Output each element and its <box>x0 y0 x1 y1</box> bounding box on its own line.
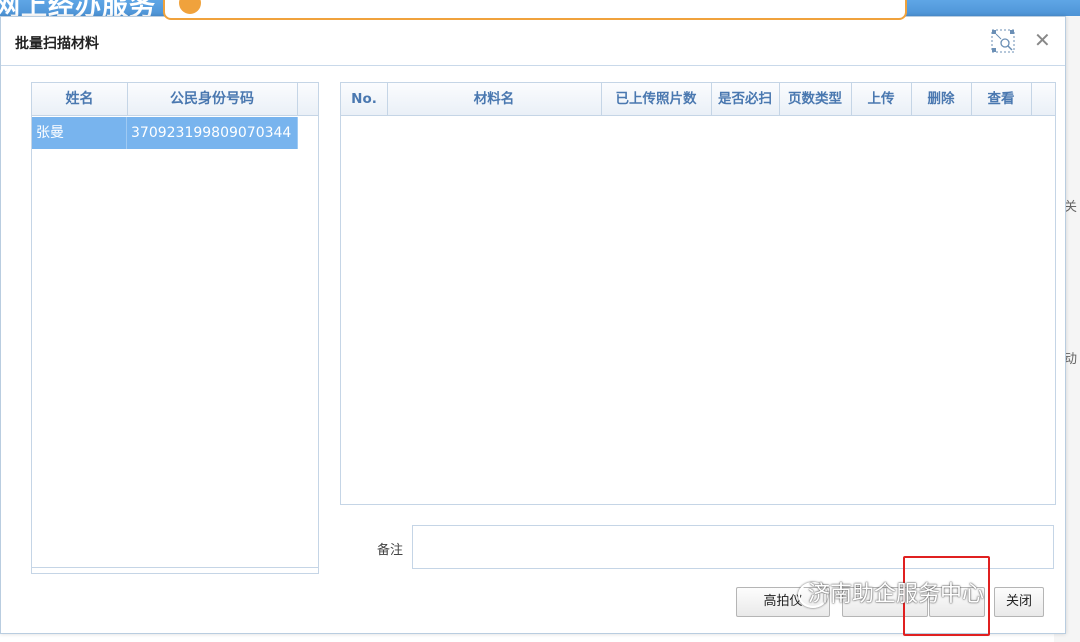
remark-label: 备注 <box>377 543 404 558</box>
batch-scan-dialog: 批量扫描材料 ✕ 姓名 公民身份号码 张曼 370923199809070344 <box>0 16 1066 634</box>
list-bottom-border <box>32 567 318 568</box>
column-header-view: 查看 <box>971 83 1032 115</box>
column-header-delete: 删除 <box>911 83 972 115</box>
maximize-icon[interactable] <box>990 28 1016 54</box>
column-header-page-type: 页数类型 <box>779 83 852 115</box>
material-table: No. 材料名 已上传照片数 是否必扫 页数类型 上传 删除 查看 <box>340 82 1056 505</box>
column-header-name: 姓名 <box>32 83 128 115</box>
column-header-upload: 上传 <box>851 83 912 115</box>
dialog-title: 批量扫描材料 <box>15 36 99 52</box>
person-row-selected[interactable]: 张曼 370923199809070344 <box>32 117 298 149</box>
notification-bubble <box>163 0 907 20</box>
watermark-text: 济南助企服务中心 <box>808 582 985 607</box>
dialog-title-bar: 批量扫描材料 ✕ <box>1 17 1065 66</box>
person-list-header: 姓名 公民身份号码 <box>32 83 318 116</box>
column-header-required-scan: 是否必扫 <box>711 83 780 115</box>
close-button[interactable]: 关闭 <box>994 587 1044 617</box>
column-header-uploaded-count: 已上传照片数 <box>601 83 712 115</box>
warning-icon <box>179 0 201 14</box>
material-table-header: No. 材料名 已上传照片数 是否必扫 页数类型 上传 删除 查看 <box>341 83 1055 116</box>
column-header-id-number: 公民身份号码 <box>127 83 298 115</box>
person-name-cell: 张曼 <box>32 117 127 149</box>
person-id-number-cell: 370923199809070344 <box>127 117 298 149</box>
close-icon[interactable]: ✕ <box>1034 29 1051 51</box>
person-list: 姓名 公民身份号码 张曼 370923199809070344 <box>31 82 319 574</box>
column-header-material-name: 材料名 <box>387 83 602 115</box>
column-header-no: No. <box>341 83 388 115</box>
